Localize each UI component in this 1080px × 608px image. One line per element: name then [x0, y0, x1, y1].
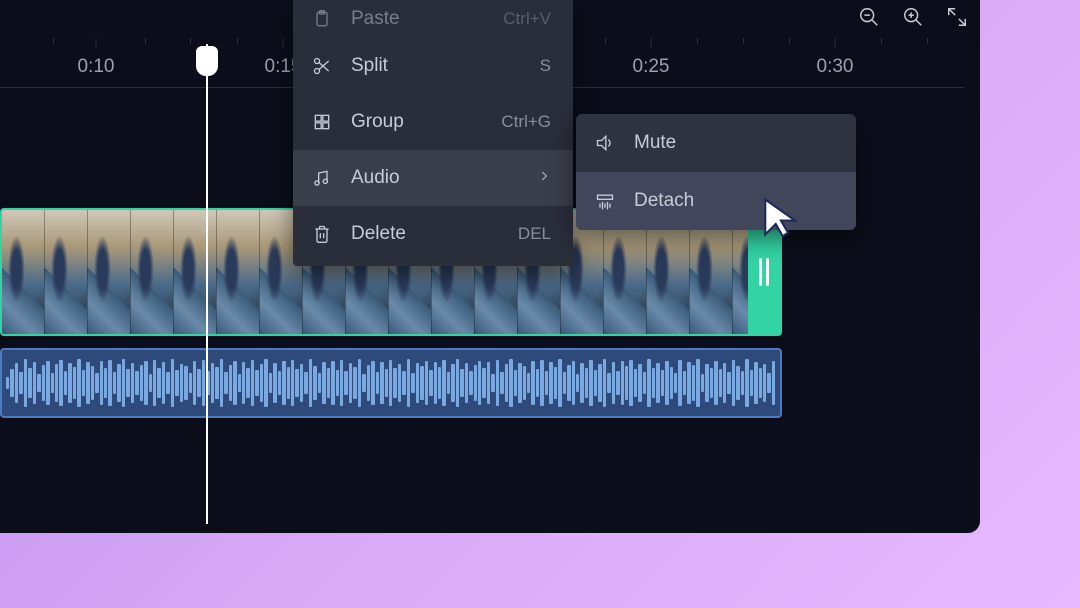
zoom-out-button[interactable] — [858, 6, 880, 28]
video-thumbnail — [131, 210, 174, 334]
detach-icon — [594, 191, 616, 211]
group-icon — [311, 112, 333, 132]
audio-icon — [311, 168, 333, 188]
split-icon — [311, 56, 333, 76]
video-thumbnail — [174, 210, 217, 334]
playhead-line — [206, 44, 208, 524]
submenu-item-detach[interactable]: Detach — [576, 172, 856, 230]
mute-icon — [594, 133, 616, 153]
paste-icon — [311, 9, 333, 29]
ruler-mark: 0:25 — [633, 56, 670, 78]
zoom-in-icon — [902, 6, 924, 28]
submenu-item-mute[interactable]: Mute — [576, 114, 856, 172]
menu-item-group[interactable]: Group Ctrl+G — [293, 94, 573, 150]
playhead[interactable] — [196, 46, 218, 76]
fit-icon — [946, 6, 968, 28]
audio-submenu: Mute Detach — [576, 114, 856, 230]
ruler-mark: 0:30 — [817, 56, 854, 78]
zoom-in-button[interactable] — [902, 6, 924, 28]
chevron-right-icon — [537, 167, 551, 189]
waveform — [6, 358, 776, 408]
fit-button[interactable] — [946, 6, 968, 28]
video-thumbnail — [88, 210, 131, 334]
video-thumbnail — [45, 210, 88, 334]
toolbar — [858, 6, 968, 28]
audio-clip[interactable] — [0, 348, 782, 418]
menu-item-split[interactable]: Split S — [293, 38, 573, 94]
context-menu: Paste Ctrl+V Split S Group Ctrl+G Audio … — [293, 0, 573, 266]
zoom-out-icon — [858, 6, 880, 28]
video-thumbnail — [217, 210, 260, 334]
ruler-mark: 0:10 — [78, 56, 115, 78]
video-thumbnail — [2, 210, 45, 334]
menu-item-audio[interactable]: Audio — [293, 150, 573, 206]
video-editor-timeline: 0:10 0:15 0:25 0:30 — [0, 0, 980, 533]
menu-item-delete[interactable]: Delete DEL — [293, 206, 573, 262]
delete-icon — [311, 224, 333, 244]
menu-item-paste[interactable]: Paste Ctrl+V — [293, 0, 573, 38]
